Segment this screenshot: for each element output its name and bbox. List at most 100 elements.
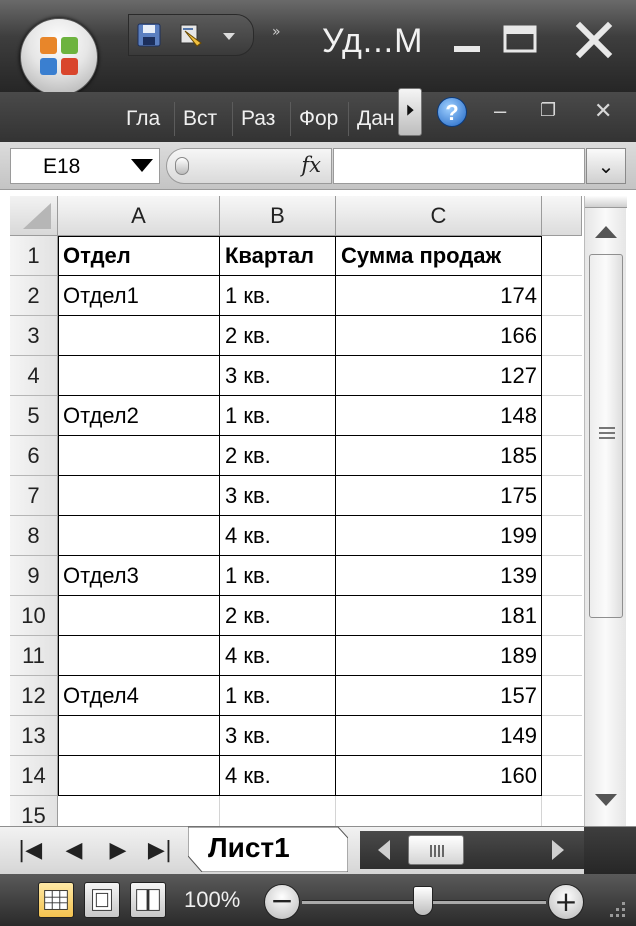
row-header[interactable]: 12: [10, 676, 58, 716]
cell-a9[interactable]: Отдел3: [58, 556, 220, 596]
cell-c7[interactable]: 175: [336, 476, 542, 516]
cell-a11[interactable]: [58, 636, 220, 676]
cell-b2[interactable]: 1 кв.: [220, 276, 336, 316]
row-header[interactable]: 4: [10, 356, 58, 396]
next-sheet-button[interactable]: ▶: [98, 833, 138, 869]
column-header-next[interactable]: [542, 196, 582, 236]
column-header-a[interactable]: A: [58, 196, 220, 236]
zoom-in-button[interactable]: +: [548, 884, 584, 920]
cell-a15[interactable]: [58, 796, 220, 826]
cell-a2[interactable]: Отдел1: [58, 276, 220, 316]
tab-insert[interactable]: Вст: [174, 102, 232, 136]
first-sheet-button[interactable]: |◀: [10, 833, 50, 869]
cell-a7[interactable]: [58, 476, 220, 516]
zoom-slider-thumb[interactable]: [413, 886, 433, 916]
cell-b1[interactable]: Квартал: [220, 236, 336, 276]
ribbon-scroll-right-icon[interactable]: [398, 88, 422, 136]
cell-c2[interactable]: 174: [336, 276, 542, 316]
scroll-thumb[interactable]: [589, 254, 623, 618]
column-header-c[interactable]: C: [336, 196, 542, 236]
cell-b3[interactable]: 2 кв.: [220, 316, 336, 356]
cell-b8[interactable]: 4 кв.: [220, 516, 336, 556]
cell-b10[interactable]: 2 кв.: [220, 596, 336, 636]
column-header-b[interactable]: B: [220, 196, 336, 236]
cell-a3[interactable]: [58, 316, 220, 356]
row-header[interactable]: 15: [10, 796, 58, 826]
cell-c14[interactable]: 160: [336, 756, 542, 796]
zoom-level[interactable]: 100%: [184, 887, 240, 913]
save-icon[interactable]: [135, 21, 163, 49]
chevron-down-icon[interactable]: [131, 159, 153, 172]
cell-b4[interactable]: 3 кв.: [220, 356, 336, 396]
cell-c3[interactable]: 166: [336, 316, 542, 356]
tab-data[interactable]: Дан: [348, 102, 400, 136]
scroll-thumb[interactable]: [408, 835, 464, 865]
cell-b5[interactable]: 1 кв.: [220, 396, 336, 436]
scroll-right-icon[interactable]: [538, 831, 578, 869]
cell-a5[interactable]: Отдел2: [58, 396, 220, 436]
office-button[interactable]: [20, 18, 98, 96]
row-header[interactable]: 11: [10, 636, 58, 676]
undo-icon[interactable]: [177, 21, 205, 49]
minimize-icon[interactable]: [444, 16, 492, 64]
cell-c4[interactable]: 127: [336, 356, 542, 396]
row-header[interactable]: 1: [10, 236, 58, 276]
ribbon-minimize-icon[interactable]: –: [494, 98, 506, 124]
splitter-handle[interactable]: [175, 157, 189, 175]
row-header[interactable]: 3: [10, 316, 58, 356]
resize-grip-icon[interactable]: [604, 896, 628, 920]
row-header[interactable]: 7: [10, 476, 58, 516]
horizontal-scrollbar[interactable]: [360, 831, 584, 869]
insert-function-icon[interactable]: fx: [301, 153, 321, 177]
cell-a12[interactable]: Отдел4: [58, 676, 220, 716]
cell-b6[interactable]: 2 кв.: [220, 436, 336, 476]
cell-b12[interactable]: 1 кв.: [220, 676, 336, 716]
cell-c15[interactable]: [336, 796, 542, 826]
cell-b13[interactable]: 3 кв.: [220, 716, 336, 756]
ribbon-restore-icon[interactable]: ❐: [540, 100, 556, 121]
maximize-icon[interactable]: [496, 16, 544, 64]
cell-c6[interactable]: 185: [336, 436, 542, 476]
row-header[interactable]: 8: [10, 516, 58, 556]
row-header[interactable]: 5: [10, 396, 58, 436]
name-box[interactable]: E18: [10, 148, 160, 184]
cell-a14[interactable]: [58, 756, 220, 796]
formula-input[interactable]: [333, 148, 585, 184]
page-layout-view-icon[interactable]: [84, 882, 120, 918]
ribbon-close-icon[interactable]: ✕: [594, 98, 612, 124]
cell-a10[interactable]: [58, 596, 220, 636]
zoom-out-button[interactable]: −: [264, 884, 300, 920]
last-sheet-button[interactable]: ▶|: [140, 833, 180, 869]
row-header[interactable]: 6: [10, 436, 58, 476]
scroll-down-icon[interactable]: [585, 780, 627, 824]
cell-c9[interactable]: 139: [336, 556, 542, 596]
chevron-down-icon[interactable]: [217, 21, 241, 49]
cell-b11[interactable]: 4 кв.: [220, 636, 336, 676]
row-header[interactable]: 2: [10, 276, 58, 316]
cell-b7[interactable]: 3 кв.: [220, 476, 336, 516]
row-header[interactable]: 14: [10, 756, 58, 796]
tab-home[interactable]: Гла: [118, 102, 174, 136]
toolbar-overflow-icon[interactable]: »: [272, 24, 281, 40]
scroll-up-icon[interactable]: [585, 210, 627, 254]
cell-c12[interactable]: 157: [336, 676, 542, 716]
sheet-tab-active[interactable]: Лист1: [188, 826, 348, 872]
cell-c10[interactable]: 181: [336, 596, 542, 636]
cell-a8[interactable]: [58, 516, 220, 556]
cell-a6[interactable]: [58, 436, 220, 476]
cell-c5[interactable]: 148: [336, 396, 542, 436]
cell-b15[interactable]: [220, 796, 336, 826]
cell-c13[interactable]: 149: [336, 716, 542, 756]
cell-c8[interactable]: 199: [336, 516, 542, 556]
expand-formula-bar-icon[interactable]: ⌄: [586, 148, 626, 184]
help-icon[interactable]: ?: [437, 97, 467, 127]
cell-a13[interactable]: [58, 716, 220, 756]
select-all-corner[interactable]: [10, 196, 58, 236]
previous-sheet-button[interactable]: ◀: [54, 833, 94, 869]
row-header[interactable]: 10: [10, 596, 58, 636]
cell-a1[interactable]: Отдел: [58, 236, 220, 276]
row-header[interactable]: 13: [10, 716, 58, 756]
scroll-left-icon[interactable]: [364, 831, 404, 869]
cell-c11[interactable]: 189: [336, 636, 542, 676]
worksheet-grid[interactable]: ABC 1 Отдел Квартал Сумма продаж 2 Отдел1 1 кв…: [10, 196, 582, 826]
